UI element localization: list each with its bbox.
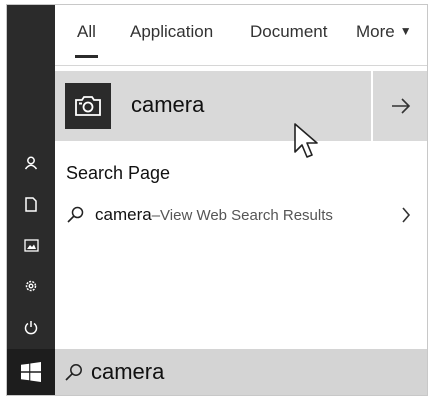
arrow-right-icon [392,98,411,114]
chevron-right-icon [402,207,411,223]
user-icon[interactable] [7,150,55,176]
settings-icon[interactable] [7,273,55,299]
chevron-down-icon: ▼ [399,24,412,38]
best-match-result[interactable]: camera [55,71,371,141]
best-match-name: camera [131,92,205,117]
camera-icon [65,83,111,129]
windows-logo-icon[interactable] [7,349,55,395]
tab-application[interactable]: Application [130,22,213,42]
open-arrow-button[interactable] [373,71,427,141]
power-icon[interactable] [7,314,55,340]
tab-more[interactable]: More ▼ [356,22,412,42]
tab-all[interactable]: All [75,22,98,58]
search-window: All Application Document More ▼ camera Se… [6,4,428,396]
tab-document[interactable]: Document [250,22,327,42]
start-rail [7,5,55,395]
document-icon[interactable] [7,191,55,217]
search-input[interactable]: camera [91,359,164,385]
section-heading: Search Page [66,163,171,183]
search-icon [67,206,84,223]
filter-tabs: All Application Document More ▼ [55,5,427,66]
picture-icon[interactable] [7,232,55,258]
web-search-result[interactable]: camera–View Web Search Results [55,198,427,232]
web-result-suffix: –View Web Search Results [151,207,333,224]
search-icon [65,364,82,381]
web-result-text: camera–View Web Search Results [95,205,333,225]
tab-more-label: More [356,22,395,41]
search-box[interactable]: camera [55,349,427,395]
mouse-pointer-icon [294,123,318,158]
web-result-query: camera [95,205,152,224]
